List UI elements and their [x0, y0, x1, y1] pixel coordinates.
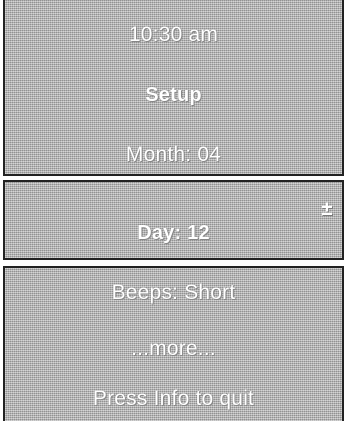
- clock-time: 10:30 am: [128, 23, 219, 46]
- menu-item-beeps[interactable]: Beeps: Short: [5, 280, 342, 306]
- menu-item-month[interactable]: Month: 04: [5, 142, 342, 168]
- plus-minus-adjust-icon[interactable]: ±: [320, 199, 334, 232]
- footer-hint: Press Info to quit: [92, 387, 255, 410]
- selected-menu-item-panel[interactable]: Day: 12 ±: [3, 180, 344, 260]
- menu-item-day-selected[interactable]: Day: 12: [5, 220, 342, 246]
- menu-lower-panel: Beeps: Short ...more... Press Info to qu…: [3, 266, 344, 421]
- setup-header-panel: 10:30 am Setup Month: 04: [3, 0, 344, 176]
- menu-item-more[interactable]: ...more...: [5, 336, 342, 362]
- page-title: Setup: [145, 84, 202, 106]
